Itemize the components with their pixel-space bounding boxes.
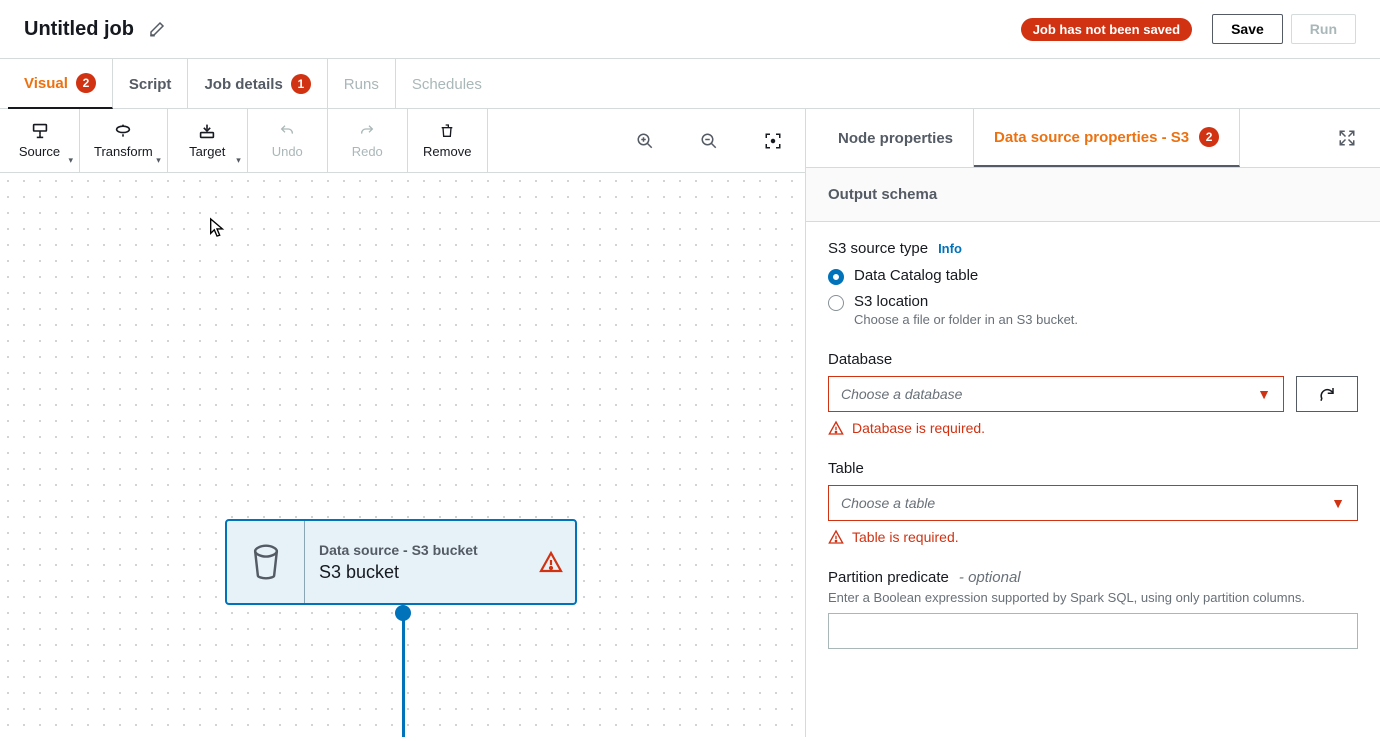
- s3-source-type-group: S3 source type Info Data Catalog table S…: [828, 240, 1358, 327]
- edit-title-icon[interactable]: [148, 20, 166, 38]
- tool-transform[interactable]: Transform: [80, 109, 168, 172]
- tab-visual-badge: 2: [76, 73, 96, 93]
- partition-label-main: Partition predicate: [828, 569, 949, 586]
- output-schema-header[interactable]: Output schema: [806, 167, 1380, 222]
- database-select[interactable]: Choose a database ▼: [828, 376, 1284, 412]
- radio-s3-location[interactable]: S3 location Choose a file or folder in a…: [828, 293, 1358, 327]
- table-group: Table Choose a table ▼ Table is required…: [828, 460, 1358, 545]
- radio-data-catalog-table[interactable]: Data Catalog table: [828, 267, 1358, 285]
- workspace: Source Transform Target Undo: [0, 109, 1380, 737]
- run-button: Run: [1291, 14, 1356, 44]
- node-title-label: S3 bucket: [319, 562, 513, 583]
- cursor-icon: [208, 217, 226, 239]
- page-title-group: Untitled job: [24, 18, 166, 41]
- panel-tab-node-properties-label: Node properties: [838, 130, 953, 147]
- node-output-port[interactable]: [395, 605, 411, 621]
- save-button[interactable]: Save: [1212, 14, 1283, 44]
- panel-tab-ds-properties[interactable]: Data source properties - S3 2: [974, 109, 1240, 167]
- tab-schedules-label: Schedules: [412, 76, 482, 93]
- job-status-pill: Job has not been saved: [1021, 18, 1192, 41]
- panel-body: S3 source type Info Data Catalog table S…: [806, 222, 1380, 667]
- table-placeholder: Choose a table: [841, 495, 935, 511]
- partition-label-optional: - optional: [959, 569, 1021, 586]
- tool-undo[interactable]: Undo: [248, 109, 328, 172]
- panel-tab-ds-properties-label: Data source properties - S3: [994, 129, 1189, 146]
- database-label: Database: [828, 351, 1358, 368]
- database-error-text: Database is required.: [852, 420, 985, 436]
- table-select[interactable]: Choose a table ▼: [828, 485, 1358, 521]
- bucket-icon: [227, 521, 305, 603]
- tab-script[interactable]: Script: [113, 59, 189, 109]
- zoom-in-button[interactable]: [613, 132, 677, 150]
- edge: [402, 613, 405, 737]
- trash-icon: [439, 122, 455, 140]
- caret-down-icon: ▼: [1331, 495, 1345, 511]
- target-icon: [197, 122, 217, 140]
- fit-screen-button[interactable]: [741, 132, 805, 150]
- page-title: Untitled job: [24, 18, 134, 41]
- expand-panel-button[interactable]: [1326, 117, 1368, 159]
- zoom-out-button[interactable]: [677, 132, 741, 150]
- partition-group: Partition predicate - optional Enter a B…: [828, 569, 1358, 649]
- node-error-icon: [527, 521, 575, 603]
- tool-target-label: Target: [189, 144, 225, 159]
- main-tabs: Visual 2 Script Job details 1 Runs Sched…: [0, 59, 1380, 109]
- table-error: Table is required.: [828, 529, 1358, 545]
- tab-script-label: Script: [129, 76, 172, 93]
- tab-visual[interactable]: Visual 2: [8, 59, 113, 109]
- panel-tabs: Node properties Data source properties -…: [818, 109, 1326, 167]
- database-placeholder: Choose a database: [841, 386, 962, 402]
- partition-input[interactable]: [828, 613, 1358, 649]
- refresh-database-button[interactable]: [1296, 376, 1358, 412]
- tool-redo[interactable]: Redo: [328, 109, 408, 172]
- canvas[interactable]: Data source - S3 bucket S3 bucket: [0, 173, 805, 737]
- header: Untitled job Job has not been saved Save…: [0, 0, 1380, 59]
- partition-help: Enter a Boolean expression supported by …: [828, 590, 1358, 605]
- tool-source[interactable]: Source: [0, 109, 80, 172]
- tab-job-details-label: Job details: [204, 76, 282, 93]
- undo-icon: [278, 122, 296, 140]
- node-s3-bucket[interactable]: Data source - S3 bucket S3 bucket: [225, 519, 577, 605]
- caret-down-icon: ▼: [1257, 386, 1271, 402]
- panel-tab-ds-badge: 2: [1199, 127, 1219, 147]
- properties-panel: Node properties Data source properties -…: [805, 109, 1380, 737]
- tab-runs[interactable]: Runs: [328, 59, 396, 109]
- table-label: Table: [828, 460, 1358, 477]
- tool-remove-label: Remove: [423, 144, 471, 159]
- tab-schedules[interactable]: Schedules: [396, 59, 498, 109]
- info-link[interactable]: Info: [938, 241, 962, 256]
- tab-job-details-badge: 1: [291, 74, 311, 94]
- tab-job-details[interactable]: Job details 1: [188, 59, 327, 109]
- radio-icon-checked: [828, 269, 844, 285]
- table-error-text: Table is required.: [852, 529, 959, 545]
- s3-source-type-label: S3 source type: [828, 240, 928, 257]
- tab-visual-label: Visual: [24, 75, 68, 92]
- canvas-side: Source Transform Target Undo: [0, 109, 805, 737]
- database-error: Database is required.: [828, 420, 1358, 436]
- canvas-toolbar: Source Transform Target Undo: [0, 109, 805, 173]
- tool-transform-label: Transform: [94, 144, 153, 159]
- tool-target[interactable]: Target: [168, 109, 248, 172]
- radio-location-label: S3 location: [854, 293, 1078, 310]
- database-group: Database Choose a database ▼ Database is…: [828, 351, 1358, 436]
- source-icon: [30, 122, 50, 140]
- tool-remove[interactable]: Remove: [408, 109, 488, 172]
- tool-redo-label: Redo: [352, 144, 383, 159]
- tab-runs-label: Runs: [344, 76, 379, 93]
- radio-catalog-label: Data Catalog table: [854, 267, 978, 284]
- tool-undo-label: Undo: [272, 144, 303, 159]
- tool-source-label: Source: [19, 144, 60, 159]
- node-body: Data source - S3 bucket S3 bucket: [305, 521, 527, 603]
- node-type-label: Data source - S3 bucket: [319, 542, 513, 558]
- panel-tab-node-properties[interactable]: Node properties: [818, 109, 974, 167]
- transform-icon: [113, 122, 133, 140]
- radio-location-help: Choose a file or folder in an S3 bucket.: [854, 312, 1078, 327]
- redo-icon: [358, 122, 376, 140]
- radio-icon-unchecked: [828, 295, 844, 311]
